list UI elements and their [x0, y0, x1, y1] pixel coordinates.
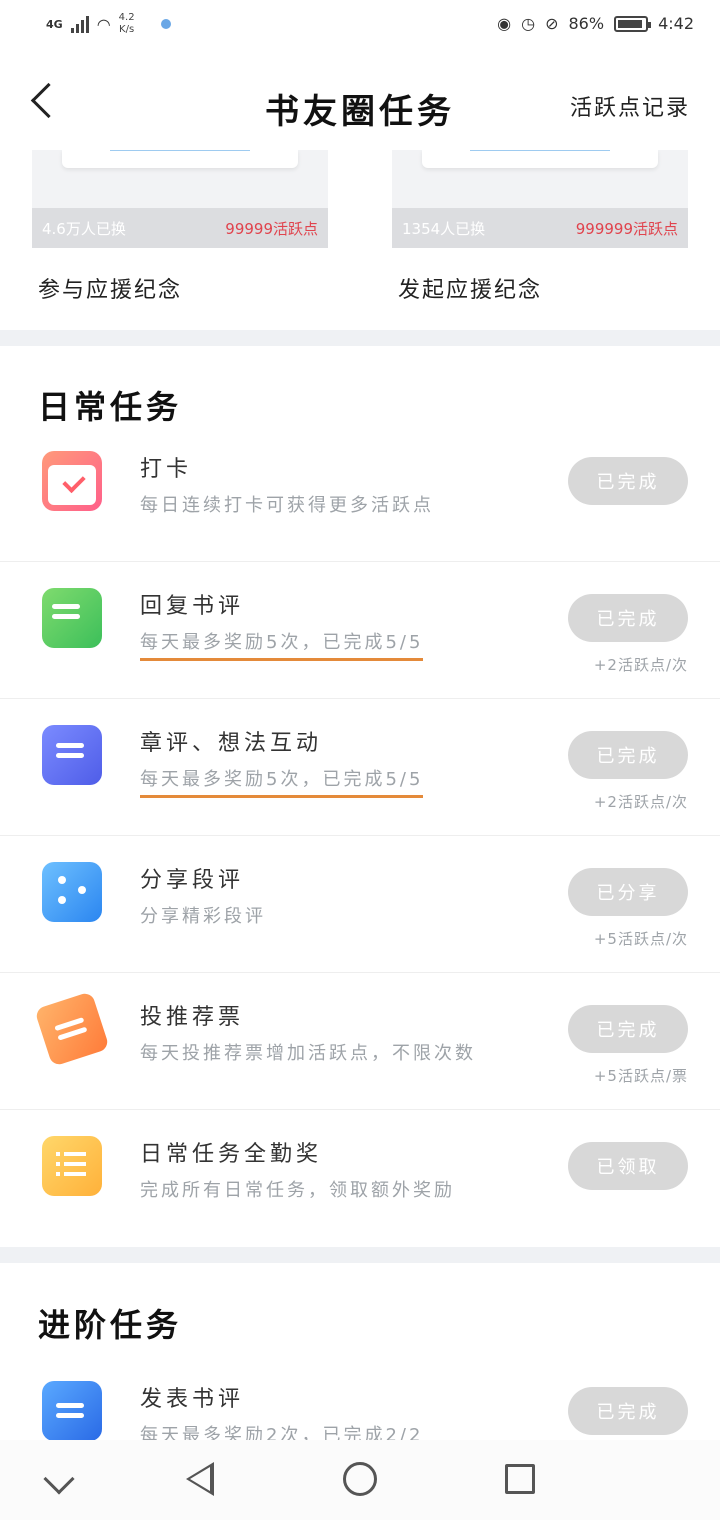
reward-card-image: 4.6万人已换 99999活跃点	[32, 150, 328, 248]
reward-card[interactable]: 1354人已换 999999活跃点 发起应援纪念	[392, 150, 688, 304]
battery-icon	[614, 15, 652, 32]
exchange-count: 1354人已换	[402, 219, 486, 238]
app-notification-icon	[160, 19, 171, 29]
points-cost: 999999活跃点	[575, 219, 678, 238]
task-name: 日常任务全勤奖	[140, 1142, 323, 1167]
clock: 4:42	[658, 14, 694, 33]
card-strip: 4.6万人已换 99999活跃点	[32, 208, 328, 248]
nav-back-icon[interactable]	[186, 1462, 214, 1496]
list-icon	[42, 1136, 102, 1196]
task-desc: 每日连续打卡可获得更多活跃点	[140, 495, 434, 516]
task-name: 回复书评	[140, 594, 245, 619]
section-divider	[0, 1247, 720, 1263]
reward-card[interactable]: 4.6万人已换 99999活跃点 参与应援纪念	[32, 150, 328, 304]
mute-icon: ⊘	[545, 14, 559, 33]
task-row-chapter-comment: 章评、想法互动 每天最多奖励5次，已完成5/5 已完成 +2活跃点/次	[0, 699, 720, 836]
task-status-button[interactable]: 已分享	[568, 868, 688, 916]
section-divider	[0, 330, 720, 346]
task-status-button[interactable]: 已领取	[568, 1142, 688, 1190]
reward-card-name: 参与应援纪念	[38, 278, 183, 303]
alarm-icon: ◷	[521, 14, 536, 33]
task-desc: 每天最多奖励5次，已完成5/5	[140, 628, 424, 661]
exchange-count: 4.6万人已换	[42, 219, 126, 238]
nav-recent-apps-icon[interactable]	[505, 1464, 535, 1494]
battery-percent: 86%	[568, 14, 605, 33]
chevron-down-icon[interactable]	[43, 1463, 75, 1495]
ticket-icon	[34, 991, 110, 1067]
task-reward: +5活跃点/次	[593, 930, 688, 948]
document-icon	[42, 1381, 102, 1441]
card-paper	[62, 150, 298, 168]
task-row-checkin: 打卡 每日连续打卡可获得更多活跃点 已完成	[0, 425, 720, 562]
task-name: 投推荐票	[140, 1005, 245, 1030]
share-icon	[42, 862, 102, 922]
task-name: 打卡	[140, 457, 193, 482]
task-status-button[interactable]: 已完成	[568, 1005, 688, 1053]
network-speed-unit: K/s	[119, 24, 135, 35]
task-reward: +2活跃点/次	[593, 793, 688, 811]
task-name: 章评、想法互动	[140, 731, 323, 756]
points-cost: 99999活跃点	[225, 219, 318, 238]
task-desc: 每天投推荐票增加活跃点，不限次数	[140, 1043, 476, 1064]
nav-home-icon[interactable]	[343, 1462, 377, 1496]
reward-card-image: 1354人已换 999999活跃点	[392, 150, 688, 248]
status-left: 4G ◠ 4.2 K/s	[46, 12, 171, 36]
network-speed-value: 4.2	[118, 12, 135, 23]
task-row-vote: 投推荐票 每天投推荐票增加活跃点，不限次数 已完成 +5活跃点/票	[0, 973, 720, 1110]
note-stack-icon	[42, 725, 102, 785]
status-bar: 4G ◠ 4.2 K/s ◉ ◷ ⊘ 86% 4:42	[0, 0, 720, 56]
activity-record-link[interactable]: 活跃点记录	[570, 90, 690, 122]
task-desc: 完成所有日常任务，领取额外奖励	[140, 1180, 455, 1201]
status-right: ◉ ◷ ⊘ 86% 4:42	[497, 14, 694, 33]
task-reward: +5活跃点/票	[593, 1067, 688, 1085]
calendar-check-icon	[42, 451, 102, 511]
task-status-button[interactable]: 已完成	[568, 731, 688, 779]
daily-tasks-title: 日常任务	[38, 388, 183, 426]
advanced-tasks-title: 进阶任务	[38, 1306, 183, 1344]
system-nav-bar	[0, 1440, 720, 1520]
reward-cards: 4.6万人已换 99999活跃点 参与应援纪念 1354人已换 999999活跃…	[0, 150, 720, 330]
task-row-share: 分享段评 分享精彩段评 已分享 +5活跃点/次	[0, 836, 720, 973]
card-paper	[422, 150, 658, 168]
network-speed: 4.2 K/s	[119, 12, 135, 36]
card-strip: 1354人已换 999999活跃点	[392, 208, 688, 248]
task-row-attendance: 日常任务全勤奖 完成所有日常任务，领取额外奖励 已领取	[0, 1110, 720, 1247]
chat-bubble-icon	[42, 588, 102, 648]
task-desc: 分享精彩段评	[140, 906, 266, 927]
wifi-icon: ◠	[96, 14, 111, 34]
task-name: 发表书评	[140, 1387, 245, 1412]
signal-icon	[70, 15, 89, 33]
task-desc: 每天最多奖励5次，已完成5/5	[140, 765, 424, 798]
task-reward: +2活跃点/次	[593, 656, 688, 674]
reward-card-name: 发起应援纪念	[398, 278, 543, 303]
network-type: 4G	[46, 17, 63, 31]
task-row-reply-review: 回复书评 每天最多奖励5次，已完成5/5 已完成 +2活跃点/次	[0, 562, 720, 699]
eye-icon: ◉	[497, 14, 512, 33]
title-bar: 书友圈任务 活跃点记录	[0, 56, 720, 152]
task-status-button[interactable]: 已完成	[568, 594, 688, 642]
task-status-button[interactable]: 已完成	[568, 1387, 688, 1435]
task-status-button[interactable]: 已完成	[568, 457, 688, 505]
task-name: 分享段评	[140, 868, 245, 893]
